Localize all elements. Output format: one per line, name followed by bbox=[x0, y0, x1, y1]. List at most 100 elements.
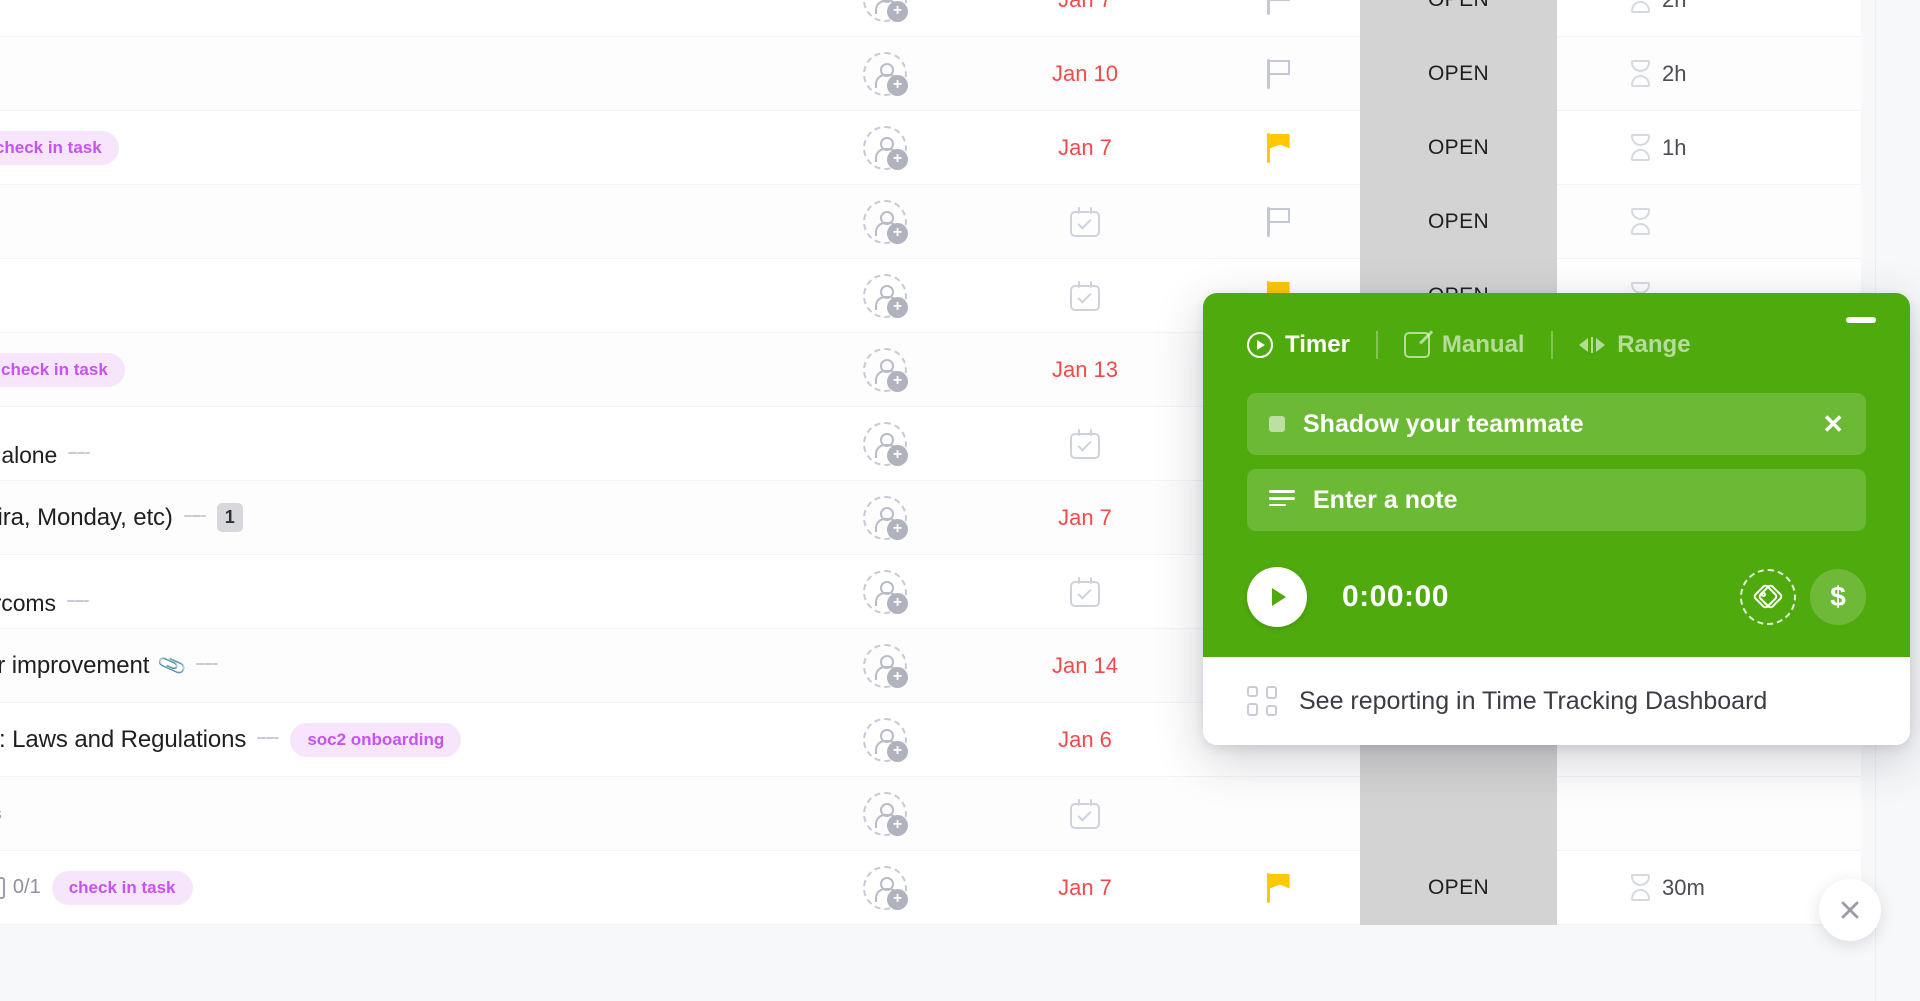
task-title[interactable]: Training: Laws and Regulations bbox=[0, 724, 246, 756]
minimize-icon[interactable] bbox=[1846, 317, 1876, 323]
due-date-cell[interactable] bbox=[970, 206, 1200, 237]
task-name-cell[interactable] bbox=[0, 37, 800, 111]
add-assignee-icon[interactable]: + bbox=[863, 273, 908, 318]
time-estimate-cell[interactable]: 30m bbox=[1557, 874, 1861, 901]
task-tag[interactable]: check in task bbox=[0, 130, 119, 165]
assignee-cell[interactable]: + bbox=[800, 643, 970, 688]
assignee-cell[interactable]: + bbox=[800, 347, 970, 392]
table-row[interactable]: + Jan 7 OPEN 2h bbox=[0, 0, 1861, 37]
due-date-cell[interactable]: Jan 7 bbox=[970, 505, 1200, 531]
timer-note-field[interactable]: Enter a note bbox=[1247, 469, 1866, 531]
task-name-cell[interactable] bbox=[0, 0, 800, 37]
assignee-cell[interactable]: + bbox=[800, 569, 970, 614]
status-badge: OPEN bbox=[1427, 875, 1490, 899]
assignee-cell[interactable]: + bbox=[800, 421, 970, 466]
time-tracking-dashboard-link[interactable]: See reporting in Time Tracking Dashboard bbox=[1203, 657, 1910, 745]
task-name-cell[interactable]: kly Goals!few Intercoms bbox=[0, 555, 800, 629]
clear-task-button[interactable]: ✕ bbox=[1822, 411, 1844, 437]
task-title[interactable]: tercoms alone bbox=[0, 439, 57, 471]
add-assignee-icon[interactable]: + bbox=[863, 569, 908, 614]
table-row[interactable]: mcheck in task + Jan 7 OPEN 1h bbox=[0, 110, 1861, 185]
status-cell[interactable]: OPEN bbox=[1360, 36, 1557, 111]
status-cell[interactable]: OPEN bbox=[1360, 0, 1557, 37]
time-estimate-cell[interactable]: 2h bbox=[1557, 0, 1861, 13]
task-name-cell[interactable]: mcheck in task bbox=[0, 111, 800, 185]
status-cell[interactable]: OPEN bbox=[1360, 184, 1557, 259]
assignee-cell[interactable]: + bbox=[800, 791, 970, 836]
add-assignee-icon[interactable]: + bbox=[863, 865, 908, 910]
tab-range[interactable]: Range bbox=[1578, 331, 1691, 359]
table-row[interactable]: + OPEN bbox=[0, 184, 1861, 259]
priority-cell[interactable] bbox=[1200, 206, 1360, 237]
add-tag-button[interactable] bbox=[1740, 569, 1796, 625]
start-timer-button[interactable] bbox=[1247, 567, 1307, 627]
priority-cell[interactable] bbox=[1200, 872, 1360, 903]
task-name-cell[interactable]: Trello, Jira, Monday, etc) 1 bbox=[0, 481, 800, 555]
time-estimate-cell[interactable]: 2h bbox=[1557, 60, 1861, 87]
assignee-cell[interactable]: + bbox=[800, 51, 970, 96]
table-row[interactable]: + Jan 10 OPEN 2h bbox=[0, 36, 1861, 111]
due-date-cell[interactable]: Jan 7 bbox=[970, 0, 1200, 13]
add-assignee-icon[interactable]: + bbox=[863, 791, 908, 836]
billable-toggle-button[interactable]: $ bbox=[1810, 569, 1866, 625]
dashboard-grid-icon bbox=[1247, 686, 1277, 716]
assignee-cell[interactable]: + bbox=[800, 199, 970, 244]
status-cell[interactable]: OPEN bbox=[1360, 110, 1557, 185]
time-estimate-cell[interactable]: 1h bbox=[1557, 134, 1861, 161]
description-lines-icon bbox=[183, 510, 206, 526]
status-cell[interactable] bbox=[1360, 776, 1557, 851]
add-assignee-icon[interactable]: + bbox=[863, 717, 908, 762]
assignee-cell[interactable]: + bbox=[800, 125, 970, 170]
due-date-cell[interactable] bbox=[970, 576, 1200, 607]
assignee-cell[interactable]: + bbox=[800, 273, 970, 318]
due-date-cell[interactable]: Jan 7 bbox=[970, 875, 1200, 901]
due-date-cell[interactable]: Jan 7 bbox=[970, 135, 1200, 161]
task-title[interactable]: few Intercoms bbox=[0, 587, 56, 619]
task-name-cell[interactable]: 3check in task bbox=[0, 333, 800, 407]
task-name-cell[interactable]: kly Goals!kets bbox=[0, 259, 800, 333]
tab-divider-1 bbox=[1375, 331, 1378, 359]
add-assignee-icon[interactable]: + bbox=[863, 51, 908, 96]
tab-timer[interactable]: Timer bbox=[1247, 331, 1350, 359]
time-estimate-cell[interactable] bbox=[1557, 208, 1861, 235]
assignee-cell[interactable]: + bbox=[800, 0, 970, 22]
task-title[interactable]: t sidebar improvement bbox=[0, 650, 149, 682]
add-assignee-icon[interactable]: + bbox=[863, 495, 908, 540]
table-row[interactable]: ent process + bbox=[0, 776, 1861, 851]
task-name-cell[interactable]: kly Goals!tercoms alone bbox=[0, 407, 800, 481]
add-assignee-icon[interactable]: + bbox=[863, 199, 908, 244]
task-tag[interactable]: check in task bbox=[51, 870, 193, 905]
task-tag[interactable]: check in task bbox=[0, 352, 125, 387]
due-date-cell[interactable]: Jan 13 bbox=[970, 357, 1200, 383]
assignee-cell[interactable]: + bbox=[800, 865, 970, 910]
table-row[interactable]: 📎✓0/1check in task + Jan 7 OPEN 30m bbox=[0, 850, 1861, 925]
assignee-cell[interactable]: + bbox=[800, 717, 970, 762]
add-assignee-icon[interactable]: + bbox=[863, 0, 908, 22]
priority-cell[interactable] bbox=[1200, 58, 1360, 89]
due-date-cell[interactable]: Jan 10 bbox=[970, 61, 1200, 87]
status-cell[interactable]: OPEN bbox=[1360, 850, 1557, 925]
due-date-cell[interactable] bbox=[970, 428, 1200, 459]
priority-cell[interactable] bbox=[1200, 0, 1360, 15]
timer-task-field[interactable]: Shadow your teammate ✕ bbox=[1247, 393, 1866, 455]
due-date-cell[interactable]: Jan 14 bbox=[970, 653, 1200, 679]
task-name-cell[interactable]: Training: Laws and Regulations soc2 onboa… bbox=[0, 703, 800, 777]
tab-manual[interactable]: Manual bbox=[1403, 331, 1525, 359]
task-name-cell[interactable]: t sidebar improvement📎 bbox=[0, 629, 800, 703]
task-name-line: tercoms alone bbox=[0, 439, 800, 471]
add-assignee-icon[interactable]: + bbox=[863, 347, 908, 392]
task-title[interactable]: Trello, Jira, Monday, etc) bbox=[0, 502, 173, 534]
due-date-cell[interactable] bbox=[970, 798, 1200, 829]
task-tag[interactable]: soc2 onboarding bbox=[290, 722, 462, 757]
add-assignee-icon[interactable]: + bbox=[863, 643, 908, 688]
due-date-cell[interactable] bbox=[970, 280, 1200, 311]
priority-cell[interactable] bbox=[1200, 132, 1360, 163]
due-date-cell[interactable]: Jan 6 bbox=[970, 727, 1200, 753]
close-button[interactable] bbox=[1819, 879, 1881, 941]
task-name-cell[interactable]: ent process bbox=[0, 777, 800, 851]
assignee-cell[interactable]: + bbox=[800, 495, 970, 540]
task-name-cell[interactable]: 📎✓0/1check in task bbox=[0, 851, 800, 925]
add-assignee-icon[interactable]: + bbox=[863, 421, 908, 466]
add-assignee-icon[interactable]: + bbox=[863, 125, 908, 170]
task-name-cell[interactable] bbox=[0, 185, 800, 259]
